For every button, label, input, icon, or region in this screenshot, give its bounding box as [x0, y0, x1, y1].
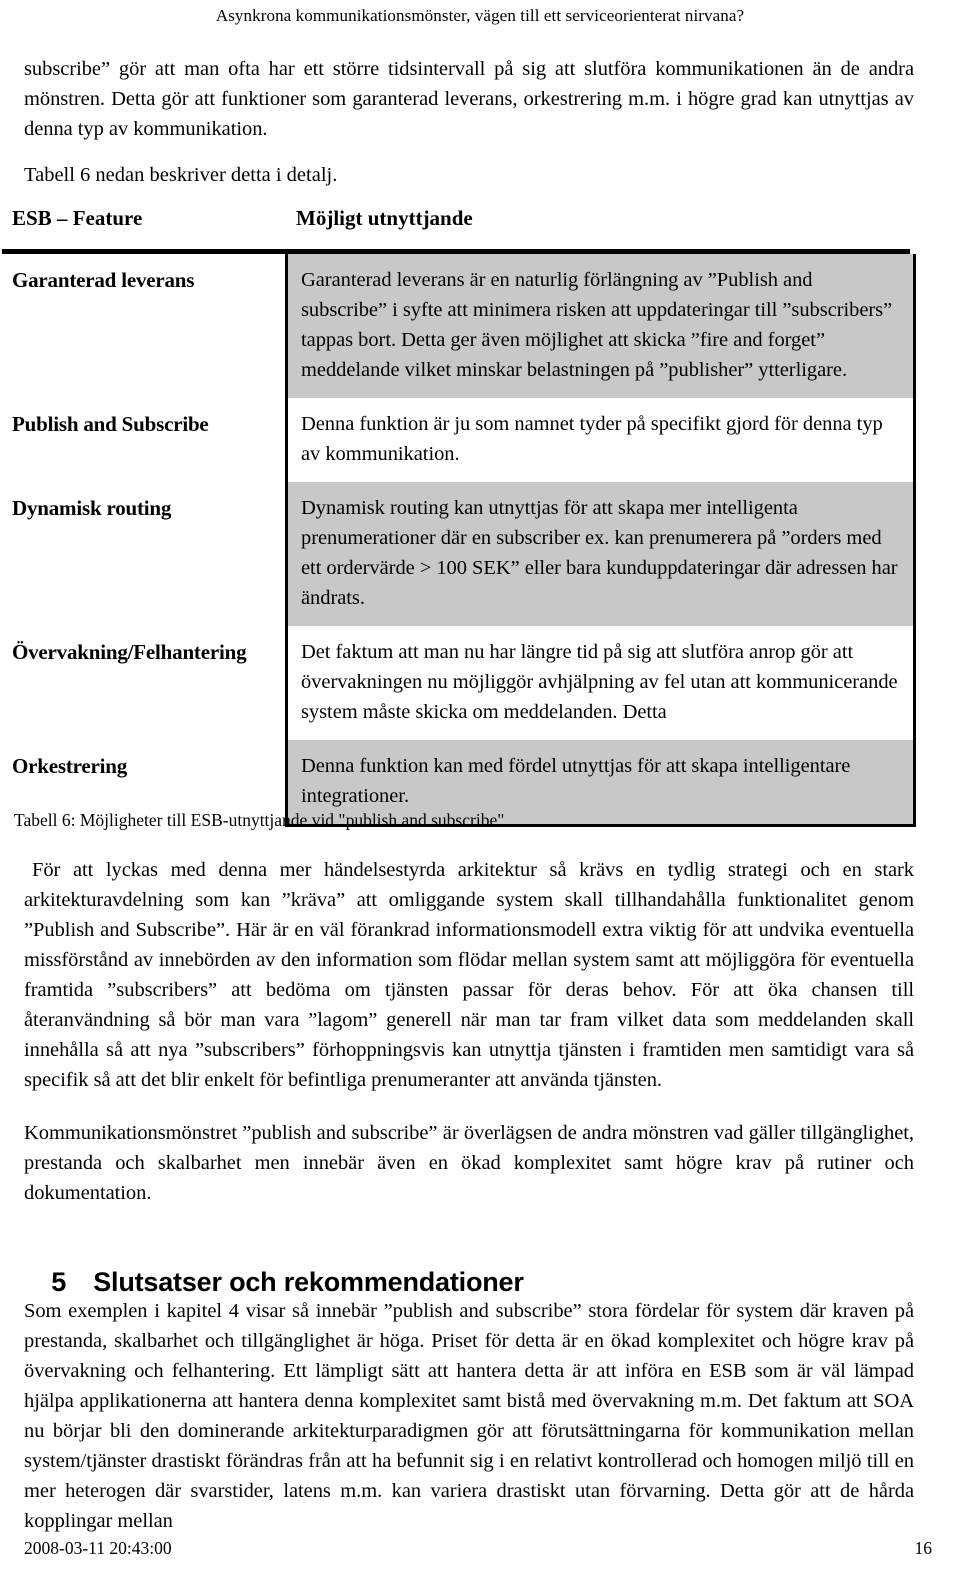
table-header-row: ESB – Feature Möjligt utnyttjande — [0, 206, 916, 249]
table-cell-feature: Övervakning/Felhantering — [0, 626, 285, 666]
body-paragraph-c: Som exemplen i kapitel 4 visar så innebä… — [24, 1300, 914, 1532]
section-number: 5 — [51, 1267, 67, 1297]
document-page: Asynkrona kommunikationsmönster, vägen t… — [0, 0, 960, 1576]
running-header: Asynkrona kommunikationsmönster, vägen t… — [215, 6, 745, 25]
table-cell-usage: Garanterad leverans är en naturlig förlä… — [285, 254, 916, 398]
table-cell-usage: Dynamisk routing kan utnyttjas för att s… — [285, 482, 916, 626]
esb-feature-table: ESB – Feature Möjligt utnyttjande Garant… — [0, 206, 916, 827]
footer-page-number: 16 — [914, 1538, 933, 1558]
body-paragraph-b: Kommunikationsmönstret ”publish and subs… — [24, 1122, 914, 1204]
table-cell-feature: Orkestrering — [0, 740, 285, 780]
intro-paragraph: subscribe” gör att man ofta har ett stör… — [24, 58, 914, 140]
footer-timestamp: 2008-03-11 20:43:00 — [24, 1538, 172, 1558]
table-header-usage: Möjligt utnyttjande — [296, 206, 473, 230]
section-title: Slutsatser och rekommendationer — [93, 1267, 524, 1297]
table-cell-usage: Det faktum att man nu har längre tid på … — [285, 626, 916, 740]
table-cell-feature: Garanterad leverans — [0, 254, 285, 294]
table-row: Publish and Subscribe Denna funktion är … — [0, 398, 916, 482]
body-paragraph-a: För att lyckas med denna mer händelsesty… — [24, 859, 914, 1091]
table-cell-usage: Denna funktion är ju som namnet tyder på… — [285, 398, 916, 482]
table-row: Övervakning/Felhantering Det faktum att … — [0, 626, 916, 740]
table-caption: Tabell 6: Möjligheter till ESB-utnyttjan… — [14, 810, 505, 830]
table-cell-feature: Dynamisk routing — [0, 482, 285, 522]
table-reference-line: Tabell 6 nedan beskriver detta i detalj. — [24, 164, 338, 186]
page-footer: 2008-03-11 20:43:00 16 — [24, 1538, 932, 1559]
table-row: Dynamisk routing Dynamisk routing kan ut… — [0, 482, 916, 626]
table-row: Garanterad leverans Garanterad leverans … — [0, 254, 916, 398]
table-cell-feature: Publish and Subscribe — [0, 398, 285, 438]
table-body: Garanterad leverans Garanterad leverans … — [0, 254, 916, 827]
table-header-feature: ESB – Feature — [12, 206, 143, 230]
